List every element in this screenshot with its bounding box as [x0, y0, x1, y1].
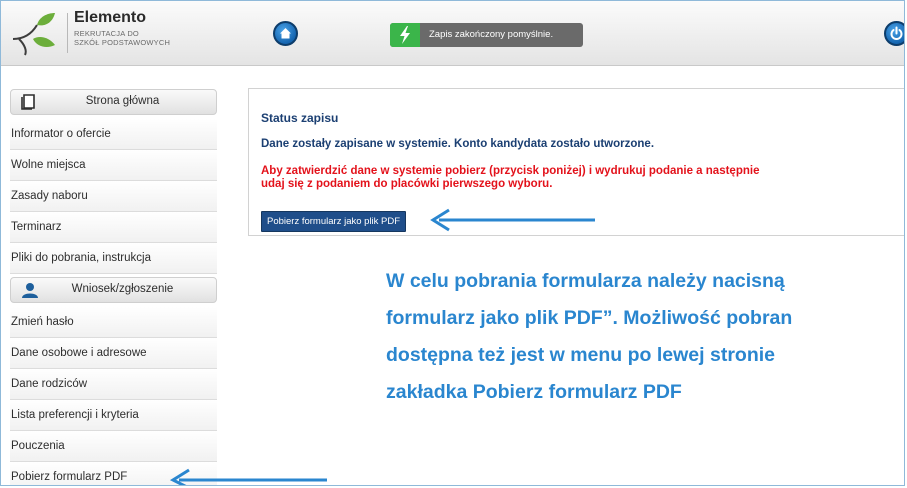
sidebar-item-dane-rodzicow[interactable]: Dane rodziców — [10, 369, 217, 400]
sidebar-section-title: Strona główna — [85, 95, 160, 107]
sidebar-item-terminarz[interactable]: Terminarz — [10, 212, 217, 243]
download-pdf-button[interactable]: Pobierz formularz jako plik PDF — [261, 211, 407, 232]
success-message: Dane zostały zapisane w systemie. Konto … — [261, 138, 655, 150]
arrow-left-icon — [169, 468, 327, 485]
sidebar: Strona główna Informator o ofercie Wolne… — [10, 89, 217, 485]
sidebar-item-zasady-naboru[interactable]: Zasady naboru — [10, 181, 217, 212]
logo-divider — [67, 13, 68, 53]
app-subtitle: REKRUTACJA DO SZKÓŁ PODSTAWOWYCH — [74, 29, 170, 47]
annotation-line: W celu pobrania formularza należy nacisn… — [386, 270, 785, 292]
instruction-annotation: W celu pobrania formularza należy nacisn… — [386, 263, 904, 411]
logout-button[interactable] — [884, 21, 904, 46]
sidebar-item-pliki[interactable]: Pliki do pobrania, instrukcja — [10, 243, 217, 274]
sidebar-section-home[interactable]: Strona główna — [10, 89, 217, 115]
sidebar-item-zmien-haslo[interactable]: Zmień hasło — [10, 307, 217, 338]
arrow-left-icon — [430, 208, 595, 232]
status-message: Zapis zakończony pomyślnie. — [429, 29, 554, 40]
status-notification: Zapis zakończony pomyślnie. — [390, 23, 583, 47]
app-title: Elemento — [74, 9, 147, 26]
status-heading: Status zapisu — [261, 111, 339, 125]
sidebar-item-pouczenia[interactable]: Pouczenia — [10, 431, 217, 462]
top-bar: Elemento REKRUTACJA DO SZKÓŁ PODSTAWOWYC… — [1, 1, 904, 66]
annotation-line: dostępna też jest w menu po lewej stroni… — [386, 344, 775, 366]
warning-line2: udaj się z podaniem do placówki pierwsze… — [261, 178, 553, 190]
sidebar-section-title: Wniosek/zgłoszenie — [71, 283, 174, 295]
sidebar-item-lista-preferencji[interactable]: Lista preferencji i kryteria — [10, 400, 217, 431]
sidebar-section-wniosek[interactable]: Wniosek/zgłoszenie — [10, 277, 217, 303]
lightning-icon — [400, 26, 410, 44]
annotation-line: formularz jako plik PDF”. Możliwość pobr… — [386, 307, 793, 329]
app-window: Elemento REKRUTACJA DO SZKÓŁ PODSTAWOWYC… — [0, 0, 905, 486]
annotation-line: zakładka Pobierz formularz PDF — [386, 381, 682, 403]
home-button[interactable] — [273, 21, 298, 46]
app-subtitle-line1: REKRUTACJA DO — [74, 29, 139, 38]
elemento-logo-icon — [12, 13, 55, 56]
power-icon — [890, 26, 903, 40]
sidebar-item-wolne-miejsca[interactable]: Wolne miejsca — [10, 150, 217, 181]
home-icon — [280, 28, 291, 39]
sidebar-item-dane-osobowe[interactable]: Dane osobowe i adresowe — [10, 338, 217, 369]
app-subtitle-line2: SZKÓŁ PODSTAWOWYCH — [74, 38, 171, 47]
status-icon-box — [390, 23, 420, 47]
warning-line1: Aby zatwierdzić dane w systemie pobierz … — [261, 165, 760, 177]
warning-message: Aby zatwierdzić dane w systemie pobierz … — [261, 165, 901, 191]
sidebar-item-informator[interactable]: Informator o ofercie — [10, 119, 217, 150]
